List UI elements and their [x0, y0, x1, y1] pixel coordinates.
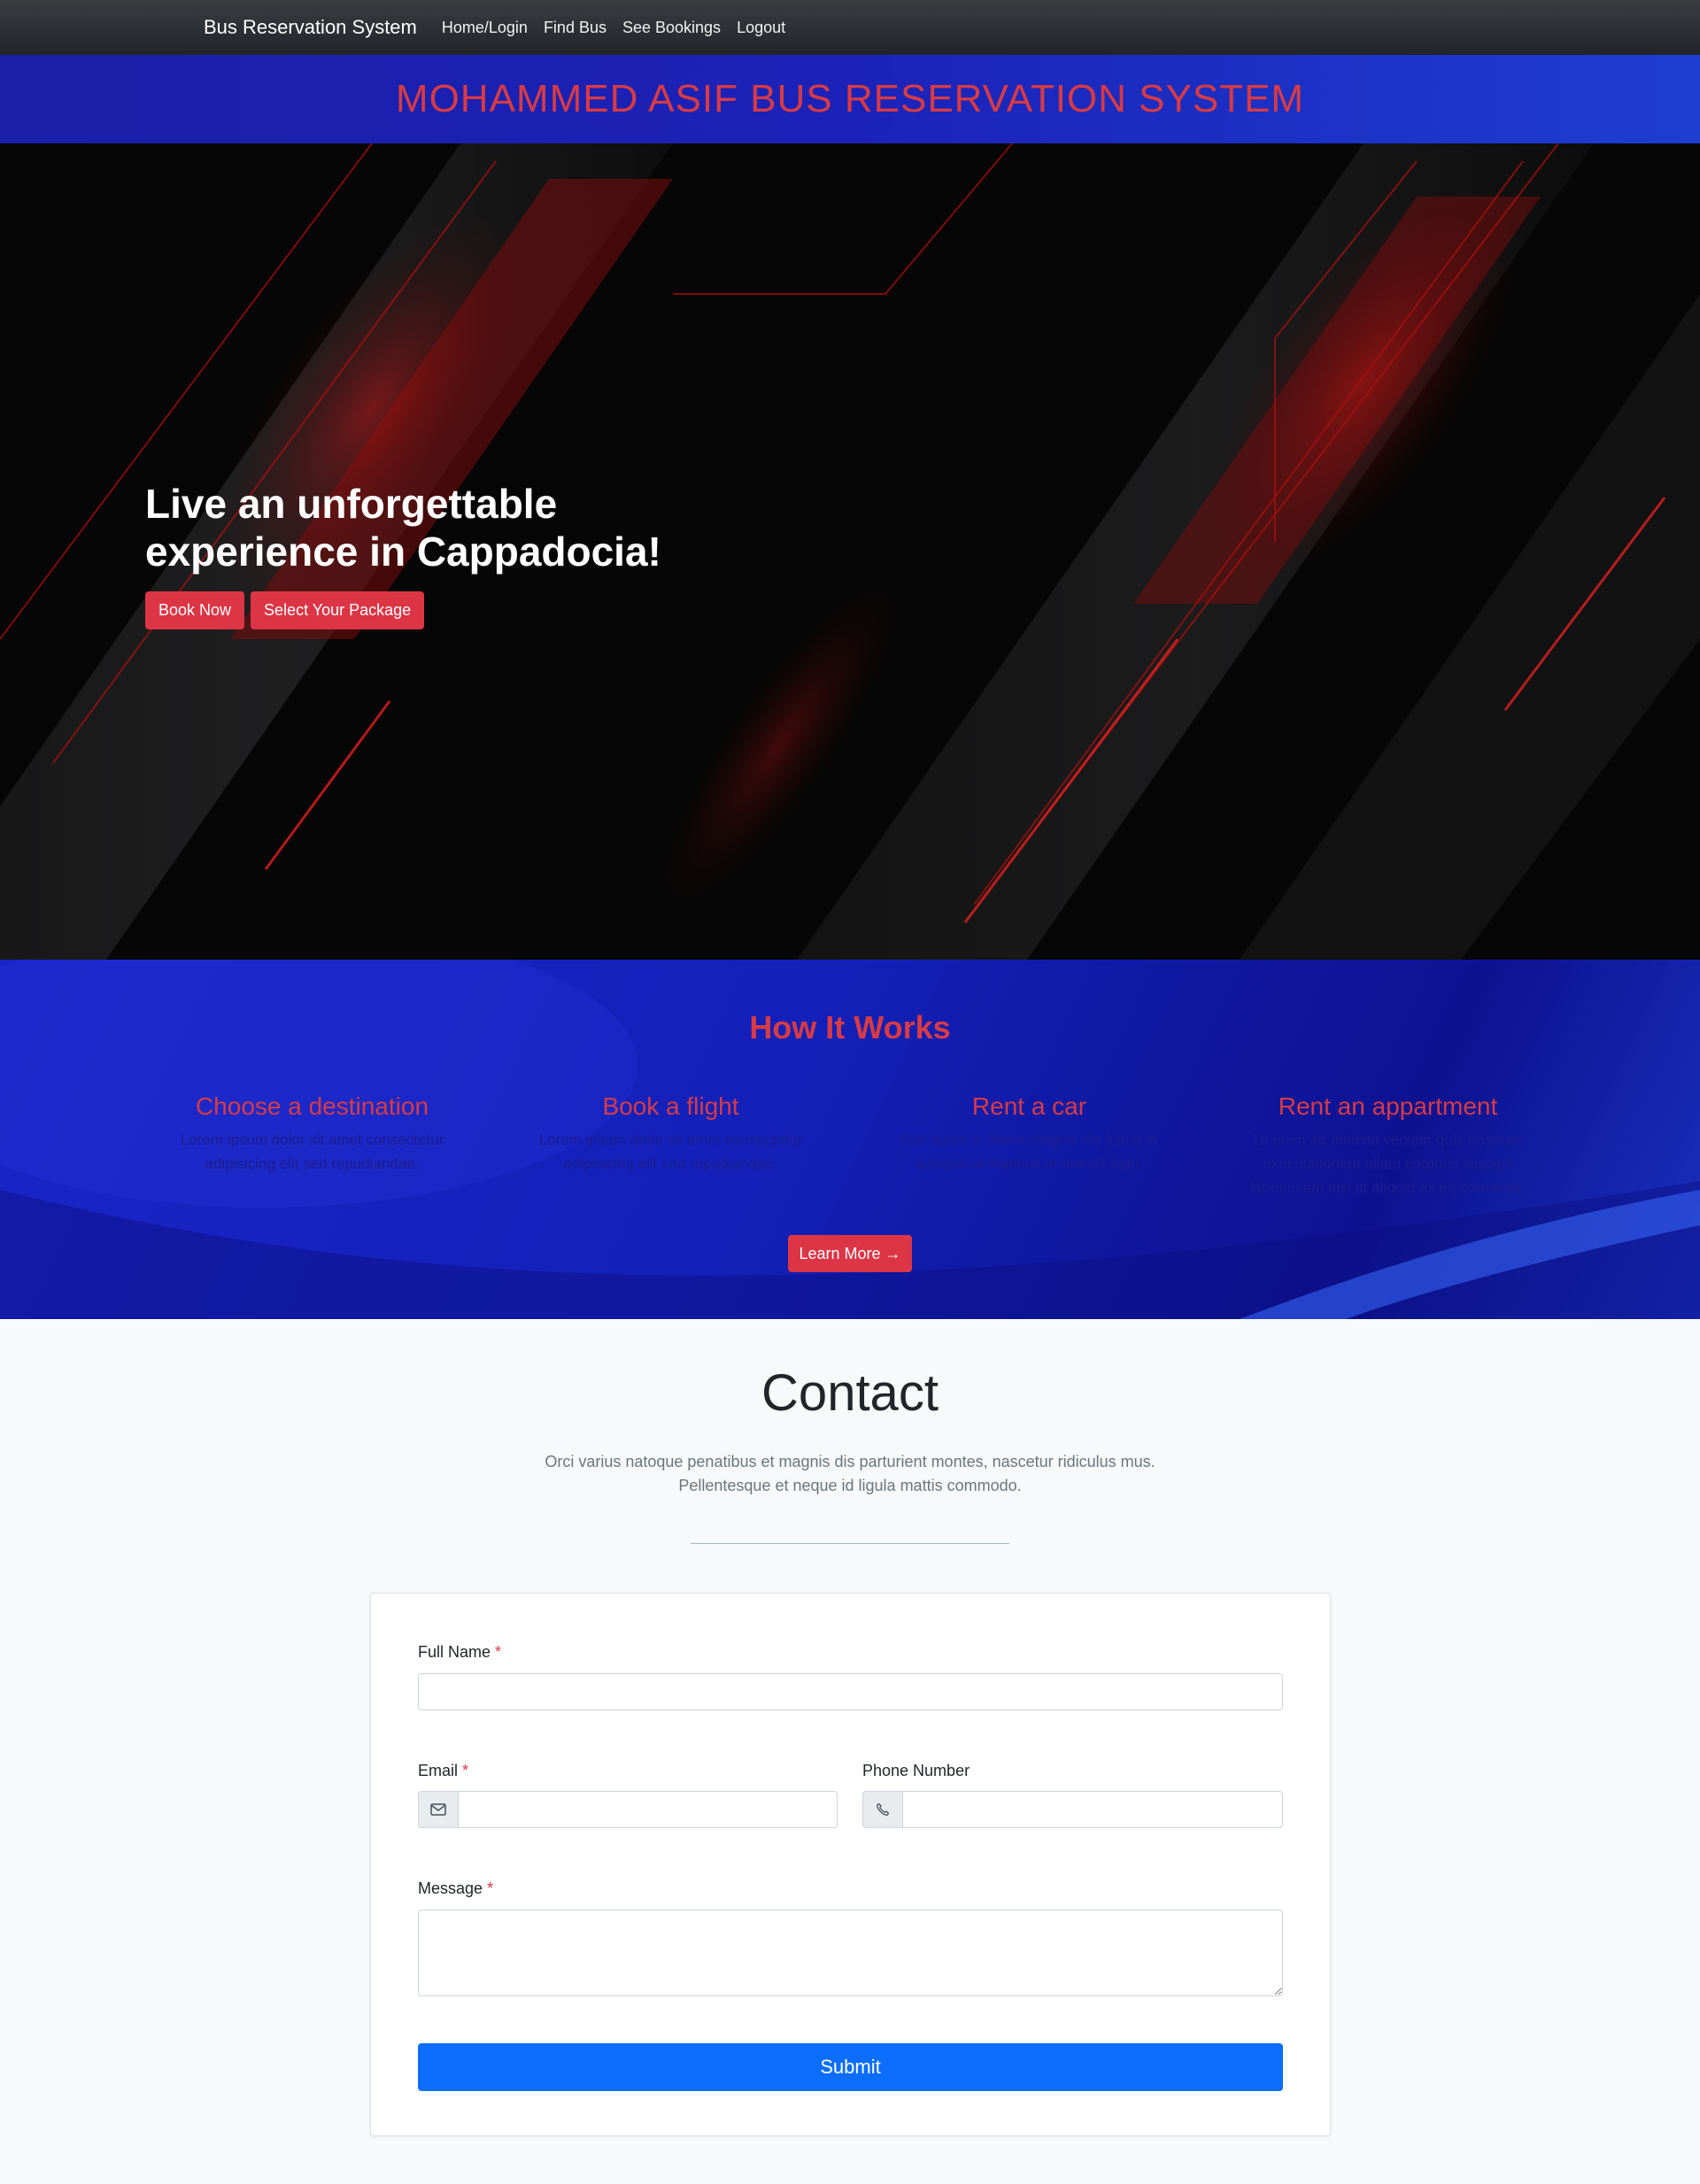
learn-more-button[interactable]: Learn More → [788, 1235, 912, 1272]
nav-link-logout[interactable]: Logout [737, 19, 785, 37]
step-text: Nisi quam in libero magnis dis fusce in … [900, 1131, 1158, 1172]
hero-headline: Live an unforgettable experience in Capp… [145, 481, 661, 575]
step-text: Lorem ipsum dolor sit amet consectetur a… [538, 1131, 803, 1172]
step-title: Rent an appartment [1278, 1092, 1498, 1120]
nav-link-home-login[interactable]: Home/Login [442, 19, 528, 37]
submit-button[interactable]: Submit [418, 2043, 1283, 2091]
contact-header: Contact [0, 1363, 1700, 1423]
hero-content: Live an unforgettable experience in Capp… [145, 480, 694, 629]
envelope-icon [418, 1791, 459, 1828]
contact-divider [691, 1543, 1009, 1544]
step-title: Choose a destination [195, 1092, 429, 1120]
message-label-text: Message [418, 1879, 483, 1897]
email-label: Email * [418, 1762, 468, 1780]
how-it-works-title: How It Works [749, 1009, 951, 1046]
full-name-label-text: Full Name [418, 1643, 491, 1661]
full-name-input[interactable] [418, 1673, 1283, 1710]
contact-subtitle-line: Orci varius natoque penatibus et magnis … [545, 1453, 1155, 1470]
navbar-brand[interactable]: Bus Reservation System [204, 16, 417, 39]
nav-link-find-bus[interactable]: Find Bus [544, 19, 607, 37]
contact-subtitle-line: Pellentesque et neque id ligula mattis c… [678, 1477, 1022, 1494]
step-text: Lorem ipsum dolor sit amet consectetur a… [180, 1131, 444, 1172]
phone-input[interactable] [902, 1791, 1283, 1828]
step-rent-car: Rent a car Nisi quam in libero magnis di… [850, 1092, 1209, 1200]
contact-form: Full Name * Email * Phone Number Message… [370, 1593, 1331, 2136]
step-title: Book a flight [602, 1092, 739, 1120]
phone-label: Phone Number [862, 1762, 970, 1780]
phone-label-text: Phone Number [862, 1762, 970, 1779]
step-rent-appartment: Rent an appartment Ut enim ad minima ven… [1209, 1092, 1567, 1200]
hero-buttons: Book Now Select Your Package [145, 591, 694, 629]
contact-title: Contact [761, 1364, 939, 1422]
required-mark: * [495, 1643, 502, 1661]
phone-icon [862, 1791, 903, 1828]
select-package-button[interactable]: Select Your Package [251, 591, 425, 629]
required-mark: * [487, 1879, 494, 1897]
nav-link-see-bookings[interactable]: See Bookings [622, 19, 721, 37]
step-title: Rent a car [971, 1092, 1087, 1120]
message-textarea[interactable] [418, 1910, 1283, 1996]
navbar: Bus Reservation System Home/Login Find B… [0, 0, 1700, 55]
step-book-flight: Book a flight Lorem ipsum dolor sit amet… [491, 1092, 850, 1200]
book-now-button[interactable]: Book Now [145, 591, 245, 629]
step-choose-destination: Choose a destination Lorem ipsum dolor s… [133, 1092, 491, 1200]
required-mark: * [462, 1762, 469, 1779]
email-label-text: Email [418, 1762, 459, 1779]
email-input[interactable] [458, 1791, 838, 1828]
how-it-works-section: How It Works Choose a destination Lorem … [0, 960, 1700, 1319]
full-name-label: Full Name * [418, 1643, 501, 1662]
how-steps: Choose a destination Lorem ipsum dolor s… [133, 1092, 1567, 1200]
contact-subtitle: Orci varius natoque penatibus et magnis … [0, 1450, 1700, 1498]
step-text: Ut enim ad minima veniam quis nostrum ex… [1250, 1131, 1526, 1196]
site-title: MOHAMMED ASIF BUS RESERVATION SYSTEM [395, 77, 1305, 120]
title-banner: MOHAMMED ASIF BUS RESERVATION SYSTEM [0, 55, 1700, 143]
message-label: Message * [418, 1879, 493, 1898]
hero-section: Live an unforgettable experience in Capp… [0, 143, 1700, 960]
